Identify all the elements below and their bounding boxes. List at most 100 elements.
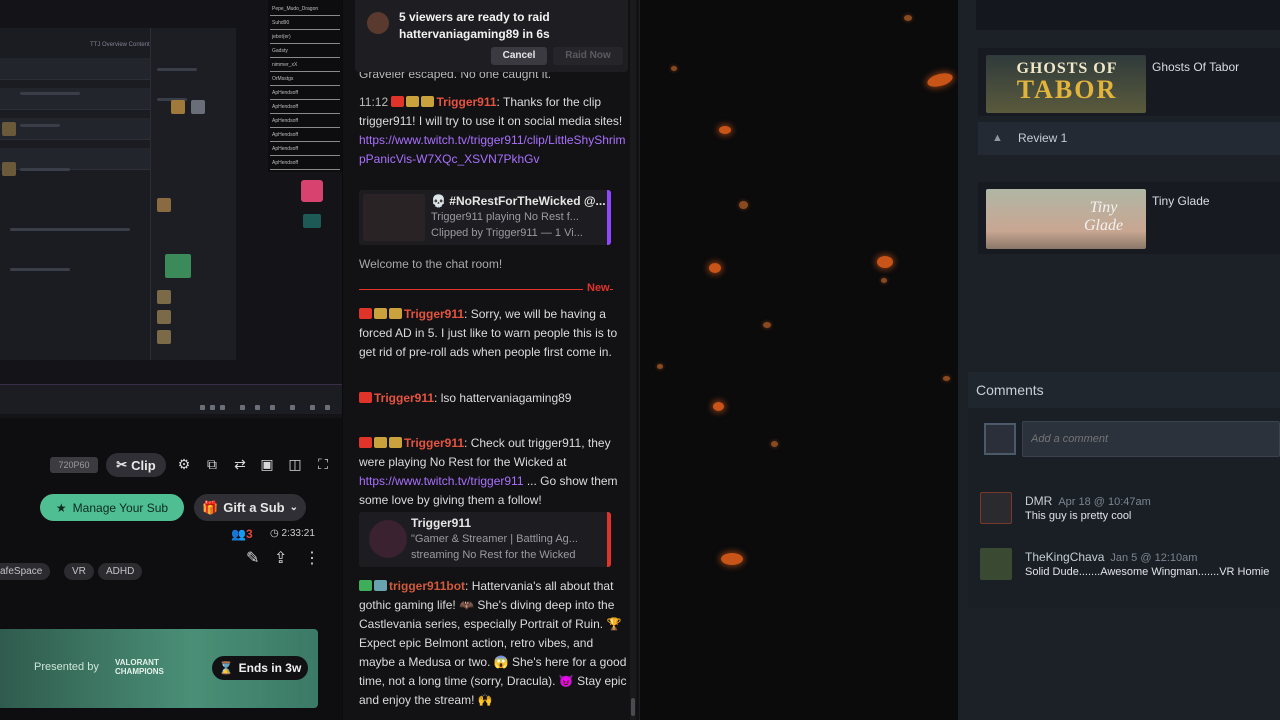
broadcaster-badge-icon bbox=[359, 437, 372, 448]
popout-icon[interactable]: ⇄ bbox=[232, 456, 248, 472]
clip-icon: ✂ bbox=[116, 457, 128, 472]
chat-username[interactable]: Trigger911 bbox=[374, 391, 434, 405]
desktop-chat-item: ApHendsoff bbox=[270, 142, 340, 156]
message-timestamp: 11:12 bbox=[359, 95, 389, 109]
promo-banner[interactable]: Presented by VALORANT CHAMPIONS ⌛ Ends i… bbox=[0, 629, 318, 708]
quality-badge[interactable]: 720P60 bbox=[50, 457, 98, 473]
bot-badge-icon bbox=[374, 580, 387, 591]
game-name[interactable]: Ghosts Of Tabor bbox=[1152, 60, 1239, 74]
desktop-chat-item: Gadsty bbox=[270, 44, 340, 58]
more-options-icon[interactable]: ⋮ bbox=[304, 548, 320, 568]
commenter-name[interactable]: TheKingChava bbox=[1025, 550, 1104, 564]
raid-now-button[interactable]: Raid Now bbox=[553, 47, 623, 65]
bits-badge-icon bbox=[389, 308, 402, 319]
settings-icon[interactable]: ⚙ bbox=[176, 456, 192, 472]
viewer-count: 👥3 bbox=[231, 527, 253, 541]
message-text: : Hattervania's all about that gothic ga… bbox=[359, 579, 627, 707]
welcome-message: Welcome to the chat room! bbox=[359, 257, 503, 271]
comments-header: Comments bbox=[968, 372, 1280, 408]
viewer-count-value: 3 bbox=[245, 527, 253, 541]
desktop-app-icon bbox=[301, 180, 323, 202]
new-messages-label: New bbox=[583, 282, 610, 294]
profile-card-bio: "Gamer & Streamer | Battling Ag... bbox=[411, 533, 578, 545]
valorant-champions-logo: VALORANT CHAMPIONS bbox=[115, 658, 164, 676]
clock-icon: ◷ bbox=[270, 528, 279, 539]
uptime-value: 2:33:21 bbox=[281, 528, 315, 539]
manage-sub-button[interactable]: ★ Manage Your Sub bbox=[40, 494, 184, 521]
chat-message: 11:12 Trigger911: Thanks for the clip tr… bbox=[359, 93, 627, 169]
raid-notification: 5 viewers are ready to raid hattervaniag… bbox=[355, 0, 628, 72]
desktop-chat-item: nimmer_xX bbox=[270, 58, 340, 72]
comment-input[interactable] bbox=[1022, 421, 1280, 457]
chat-username[interactable]: Trigger911 bbox=[436, 95, 496, 109]
chat-username[interactable]: Trigger911 bbox=[404, 436, 464, 450]
chat-username[interactable]: Trigger911 bbox=[404, 307, 464, 321]
star-icon: ★ bbox=[55, 500, 67, 515]
player-controls: 720P60 ✂ Clip ⚙ ⧉ ⇄ ▣ ◫ ⛶ bbox=[0, 450, 342, 478]
sub-badge-icon bbox=[374, 308, 387, 319]
streamer-desktop-chat: Pepe_Mudo_Dragon Suhd90 jebot(er) Gadsty… bbox=[268, 0, 342, 172]
edit-icon[interactable]: ✎ bbox=[246, 548, 259, 568]
fullscreen-icon[interactable]: ⛶ bbox=[315, 456, 331, 472]
chat-panel: Graveler escaped. No one caught it. 5 vi… bbox=[343, 0, 640, 720]
theatre-mode-icon[interactable]: ◫ bbox=[287, 456, 303, 472]
screenshot-icon[interactable]: ⧉ bbox=[204, 456, 220, 472]
game-capsule-image[interactable]: Tiny Glade bbox=[986, 189, 1146, 249]
commenter-avatar[interactable] bbox=[980, 492, 1012, 524]
chat-scrollbar-thumb[interactable] bbox=[631, 698, 635, 716]
comment-date: Jan 5 @ 12:10am bbox=[1110, 552, 1198, 564]
miniplayer-icon[interactable]: ▣ bbox=[259, 456, 275, 472]
profile-card-status: streaming No Rest for the Wicked bbox=[411, 549, 576, 561]
stream-tag[interactable]: VR bbox=[64, 563, 94, 580]
comment-text: Solid Dude.......Awesome Wingman.......V… bbox=[1025, 566, 1270, 578]
clip-thumbnail bbox=[363, 194, 425, 241]
ends-in-button[interactable]: ⌛ Ends in 3w bbox=[212, 656, 308, 680]
sub-badge-icon bbox=[406, 96, 420, 107]
review-row[interactable]: ▲ Review 1 bbox=[978, 122, 1280, 155]
comment: DMR Apr 18 @ 10:47am This guy is pretty c… bbox=[980, 492, 1280, 532]
verified-badge-icon bbox=[359, 580, 372, 591]
comment: TheKingChava Jan 5 @ 12:10am Solid Dude..… bbox=[980, 548, 1280, 588]
desktop-thumbnail bbox=[2, 122, 16, 136]
video-frame[interactable]: TTJ Overview Content Pepe_Mudo_Dragon Su… bbox=[0, 0, 342, 418]
desktop-text-line bbox=[10, 228, 130, 231]
clip-card-subtitle: Trigger911 playing No Rest f... bbox=[431, 211, 579, 223]
profile-card[interactable]: Trigger911 "Gamer & Streamer | Battling … bbox=[359, 512, 611, 567]
game-row[interactable]: Tiny Glade Tiny Glade bbox=[978, 182, 1280, 254]
desktop-chat-item: ApHendsoff bbox=[270, 128, 340, 142]
message-link[interactable]: https://www.twitch.tv/trigger911 bbox=[359, 474, 524, 488]
desktop-chat-item: ApHendsoff bbox=[270, 86, 340, 100]
game-name[interactable]: Tiny Glade bbox=[1152, 194, 1210, 208]
promo-presented-by: Presented by bbox=[34, 661, 99, 673]
game-row[interactable]: GHOSTS OF TABOR Ghosts Of Tabor bbox=[978, 48, 1280, 116]
stream-tag[interactable]: ADHD bbox=[98, 563, 143, 580]
manage-sub-label: Manage Your Sub bbox=[72, 500, 169, 515]
commenter-avatar[interactable] bbox=[980, 548, 1012, 580]
desktop-chat-item: Pepe_Mudo_Dragon bbox=[270, 2, 340, 16]
gift-sub-label: Gift a Sub bbox=[223, 500, 285, 515]
clip-button[interactable]: ✂ Clip bbox=[106, 453, 166, 477]
gift-sub-button[interactable]: 🎁 Gift a Sub ⌄ bbox=[194, 494, 306, 521]
review-label: Review 1 bbox=[1018, 131, 1068, 145]
chat-message: Trigger911: Sorry, we will be having a f… bbox=[359, 305, 627, 362]
message-link[interactable]: https://www.twitch.tv/trigger911/clip/Li… bbox=[359, 133, 626, 166]
desktop-chat-item: jebot(er) bbox=[270, 30, 340, 44]
share-icon[interactable]: ⇪ bbox=[274, 548, 287, 568]
background-embers bbox=[641, 0, 958, 720]
chat-scrollbar[interactable] bbox=[630, 0, 636, 720]
clip-label: Clip bbox=[131, 457, 156, 473]
raid-text: 5 viewers are ready to raid hattervaniag… bbox=[399, 10, 550, 41]
sub-badge-icon bbox=[374, 437, 387, 448]
clip-card-title: 💀 #NoRestForTheWicked @... bbox=[431, 194, 605, 208]
clip-card[interactable]: 💀 #NoRestForTheWicked @... Trigger911 pl… bbox=[359, 190, 611, 245]
stream-tag[interactable]: afeSpace bbox=[0, 563, 51, 580]
commenter-name[interactable]: DMR bbox=[1025, 494, 1052, 508]
raid-cancel-button[interactable]: Cancel bbox=[491, 47, 547, 65]
desktop-text-line bbox=[20, 124, 60, 127]
desktop-chat-item: OrMsstgs bbox=[270, 72, 340, 86]
streamer-desktop-window: TTJ Overview Content bbox=[0, 28, 236, 360]
chat-username[interactable]: trigger911bot bbox=[389, 579, 465, 593]
game-capsule-image[interactable]: GHOSTS OF TABOR bbox=[986, 55, 1146, 113]
desktop-chat-item: ApHendsoff bbox=[270, 100, 340, 114]
bits-badge-icon bbox=[421, 96, 435, 107]
